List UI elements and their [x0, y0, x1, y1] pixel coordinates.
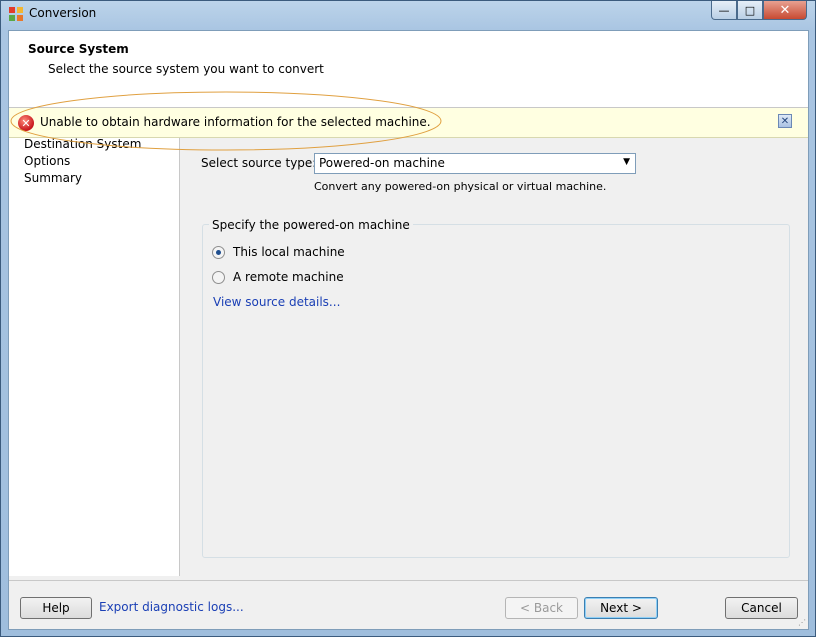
back-button[interactable]: < Back	[505, 597, 578, 619]
dropdown-arrow-icon: ▼	[623, 157, 630, 167]
window-controls: — □ ✕	[711, 1, 807, 20]
title-bar[interactable]: Conversion — □ ✕	[1, 1, 815, 28]
nav-item-options[interactable]: Options	[24, 154, 70, 168]
export-diagnostic-logs-link[interactable]: Export diagnostic logs...	[99, 600, 244, 614]
conversion-window: Conversion — □ ✕ Source System Select th…	[0, 0, 816, 637]
radio-unselected-icon	[212, 270, 225, 284]
radio-label: This local machine	[233, 245, 345, 259]
page-title: Source System	[28, 42, 129, 56]
view-source-details-link[interactable]: View source details...	[213, 295, 340, 309]
wizard-header: Source System Select the source system y…	[9, 31, 808, 108]
maximize-button[interactable]: □	[737, 1, 763, 20]
close-icon: ✕	[780, 115, 790, 127]
nav-item-summary[interactable]: Summary	[24, 171, 82, 185]
minimize-button[interactable]: —	[711, 1, 737, 20]
dismiss-error-button[interactable]: ✕	[778, 114, 792, 128]
error-banner: ✕ Unable to obtain hardware information …	[9, 108, 808, 138]
help-button[interactable]: Help	[20, 597, 92, 619]
dialog-client-area: Source System Select the source system y…	[8, 30, 809, 630]
wizard-nav-panel: Destination System Options Summary	[9, 137, 180, 576]
page-subtitle: Select the source system you want to con…	[48, 62, 324, 76]
group-title: Specify the powered-on machine	[209, 218, 413, 232]
resize-grip-icon[interactable]: ⋰	[798, 618, 806, 627]
source-type-help: Convert any powered-on physical or virtu…	[314, 180, 607, 193]
radio-selected-icon	[212, 245, 225, 259]
source-type-label: Select source type:	[201, 156, 317, 170]
error-message: Unable to obtain hardware information fo…	[40, 115, 431, 129]
next-button[interactable]: Next >	[584, 597, 658, 619]
radio-remote-machine[interactable]: A remote machine	[212, 270, 344, 284]
footer-divider	[9, 580, 808, 581]
window-title: Conversion	[29, 6, 97, 20]
source-type-value: Powered-on machine	[319, 156, 445, 170]
source-type-select[interactable]: Powered-on machine ▼	[314, 153, 636, 174]
radio-label: A remote machine	[233, 270, 344, 284]
minimize-icon: —	[718, 3, 730, 17]
nav-item-destination-system[interactable]: Destination System	[24, 137, 141, 151]
cancel-button[interactable]: Cancel	[725, 597, 798, 619]
app-icon	[9, 7, 23, 21]
close-button[interactable]: ✕	[763, 1, 807, 20]
radio-local-machine[interactable]: This local machine	[212, 245, 345, 259]
close-icon: ✕	[779, 2, 791, 18]
error-icon: ✕	[18, 115, 34, 131]
maximize-icon: □	[744, 3, 756, 17]
